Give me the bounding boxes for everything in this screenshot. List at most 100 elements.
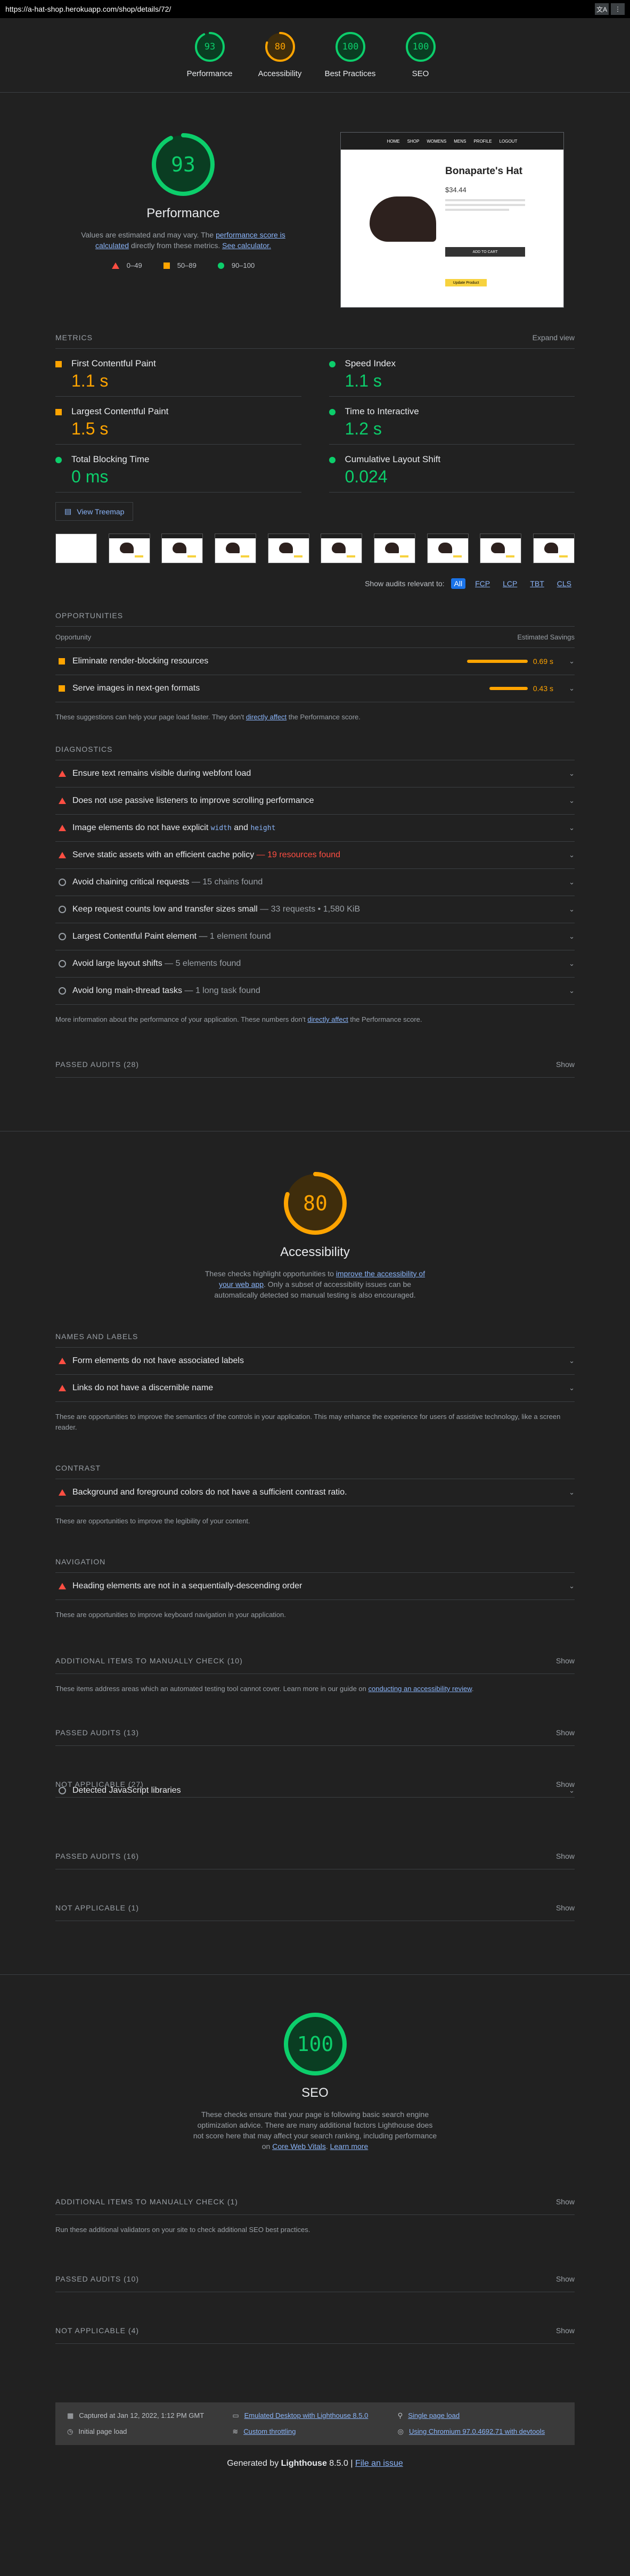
calendar-icon: ▦ (67, 2411, 74, 2419)
diagnostic-item[interactable]: Avoid large layout shifts — 5 elements f… (55, 950, 575, 978)
diagnostic-title: Avoid chaining critical requests — 15 ch… (72, 877, 263, 887)
metric-value: 0 ms (71, 467, 109, 486)
hat-image (370, 196, 436, 242)
page-url[interactable]: https://a-hat-shop.herokuapp.com/shop/de… (5, 5, 171, 13)
opportunity-item[interactable]: Eliminate render-blocking resources 0.69… (55, 648, 575, 675)
filmstrip-frame (480, 534, 522, 563)
gauge-label: Performance (186, 69, 233, 78)
fail-triangle-icon (59, 1489, 66, 1496)
filter-chip-lcp[interactable]: LCP (500, 578, 520, 589)
filter-chip-tbt[interactable]: TBT (527, 578, 547, 589)
opportunity-title: Eliminate render-blocking resources (72, 657, 209, 666)
timer-icon: ◷ (67, 2427, 73, 2435)
filmstrip-frame (214, 534, 256, 563)
a11y-passed-audits[interactable]: PASSED AUDITS (13) Show (55, 1720, 575, 1746)
diagnostic-title: Serve static assets with an efficient ca… (72, 850, 341, 859)
diagnostic-item[interactable]: Avoid long main-thread tasks — 1 long ta… (55, 978, 575, 1005)
diagnostic-item[interactable]: Image elements do not have explicit widt… (55, 815, 575, 842)
perf-passed-audits[interactable]: PASSED AUDITS (28) Show (55, 1052, 575, 1078)
chrome-icon: ◎ (397, 2427, 404, 2435)
a11y-audit-item[interactable]: Background and foreground colors do not … (55, 1479, 575, 1506)
summary-gauge-best-practices[interactable]: 100 Best Practices (321, 30, 380, 92)
kebab-icon[interactable]: ⋮ (611, 3, 625, 15)
gauge-ring: 80 (283, 1172, 347, 1235)
summary-gauges: 93 Performance 80 Accessibility 100 Best… (0, 18, 630, 93)
chevron-down-icon: ⌄ (569, 1582, 575, 1590)
section-divider (0, 1974, 630, 2006)
translate-icon[interactable]: 文A (595, 3, 609, 15)
summary-gauge-performance[interactable]: 93 Performance (181, 30, 239, 92)
gauge-score: 80 (303, 1192, 328, 1215)
a11y-audit-item[interactable]: Form elements do not have associated lab… (55, 1348, 575, 1375)
pass-circle-icon (329, 361, 336, 367)
filter-chip-all[interactable]: All (451, 578, 466, 589)
view-treemap-button[interactable]: ▤ View Treemap (55, 502, 134, 521)
metric-first-contentful-paint: First Contentful Paint 1.1 s (55, 349, 301, 397)
pass-circle-icon (217, 262, 224, 269)
a11y-group: NAMES AND LABELS Form elements do not ha… (55, 1332, 575, 1433)
opportunities-header: Opportunity Estimated Savings (55, 627, 575, 648)
diagnostic-title: Keep request counts low and transfer siz… (72, 905, 361, 914)
savings-value: 0.43 s (533, 684, 553, 693)
diagnostic-item[interactable]: Avoid chaining critical requests — 15 ch… (55, 869, 575, 896)
bp-passed-audits[interactable]: PASSED AUDITS (16) Show (55, 1843, 575, 1869)
chevron-down-icon: ⌄ (569, 1488, 575, 1496)
bp-not-applicable[interactable]: NOT APPLICABLE (1) Show (55, 1895, 575, 1921)
a11y-group: NAVIGATION Heading elements are not in a… (55, 1557, 575, 1620)
summary-gauge-seo[interactable]: 100 SEO (391, 30, 450, 92)
metric-value: 1.1 s (71, 371, 109, 390)
a11y-group: CONTRAST Background and foreground color… (55, 1464, 575, 1527)
person-icon: ⚲ (397, 2411, 403, 2419)
filmstrip-frame (427, 534, 469, 563)
a11y-audit-title: Links do not have a discernible name (72, 1383, 214, 1392)
fail-triangle-icon (59, 1385, 66, 1391)
pass-circle-icon (329, 457, 336, 463)
a11y-audit-item[interactable]: Links do not have a discernible name ⌄ (55, 1375, 575, 1402)
diagnostic-item[interactable]: Keep request counts low and transfer siz… (55, 896, 575, 923)
a11y-group-title: NAMES AND LABELS (55, 1332, 575, 1348)
screenshot-nav-item: PROFILE (473, 138, 492, 144)
seo-passed-audits[interactable]: PASSED AUDITS (10) Show (55, 2266, 575, 2292)
opportunity-item[interactable]: Serve images in next-gen formats 0.43 s … (55, 675, 575, 702)
info-circle-icon (59, 960, 66, 967)
gauge-ring: 93 (152, 133, 215, 196)
seo-title: SEO (301, 2086, 329, 2100)
a11y-manual-checks[interactable]: ADDITIONAL ITEMS TO MANUALLY CHECK (10) S… (55, 1648, 575, 1674)
diagnostic-item[interactable]: Largest Contentful Paint element — 1 ele… (55, 923, 575, 950)
file-issue-link[interactable]: File an issue (355, 2459, 403, 2468)
calculator-link[interactable]: See calculator. (222, 241, 271, 250)
a11y-audit-title: Heading elements are not in a sequential… (72, 1581, 302, 1590)
expand-view-toggle[interactable]: Expand view (533, 333, 575, 342)
fail-triangle-icon (59, 852, 66, 858)
chevron-down-icon: ⌄ (569, 878, 575, 886)
diagnostics-title: DIAGNOSTICS (55, 745, 575, 760)
gauge-score: 93 (204, 42, 215, 52)
screenshot-nav-item: LOGOUT (499, 138, 518, 144)
filter-chip-cls[interactable]: CLS (554, 578, 575, 589)
score-legend: 0–49 50–89 90–100 (111, 261, 255, 269)
fail-triangle-icon (59, 1358, 66, 1364)
seo-manual-note: Run these additional validators on your … (55, 2226, 310, 2234)
a11y-audit-item[interactable]: Heading elements are not in a sequential… (55, 1573, 575, 1600)
diagnostic-item[interactable]: Does not use passive listeners to improv… (55, 787, 575, 815)
a11y-not-applicable[interactable]: NOT APPLICABLE (27) Show (55, 1771, 575, 1798)
diagnostic-item[interactable]: Serve static assets with an efficient ca… (55, 842, 575, 869)
metric-time-to-interactive: Time to Interactive 1.2 s (329, 397, 575, 445)
seo-manual-checks[interactable]: ADDITIONAL ITEMS TO MANUALLY CHECK (1) Sh… (55, 2189, 575, 2215)
fail-triangle-icon (59, 798, 66, 804)
info-circle-icon (59, 906, 66, 913)
metric-value: 1.1 s (345, 371, 382, 390)
info-circle-icon (59, 879, 66, 886)
filmstrip-frame (55, 534, 97, 563)
gauge-label: Best Practices (324, 69, 376, 78)
average-square-icon (59, 685, 65, 692)
filter-chip-fcp[interactable]: FCP (472, 578, 493, 589)
average-square-icon (163, 262, 170, 269)
seo-not-applicable[interactable]: NOT APPLICABLE (4) Show (55, 2318, 575, 2344)
metric-value: 0.024 (345, 467, 388, 486)
screenshot-badge: Update Product (445, 279, 487, 286)
average-square-icon (59, 658, 65, 664)
diagnostic-item[interactable]: Ensure text remains visible during webfo… (55, 760, 575, 787)
summary-gauge-accessibility[interactable]: 80 Accessibility (251, 30, 309, 92)
final-screenshot[interactable]: HOME SHOP WOMENS MENS PROFILE LOGOUT Bonapart… (340, 132, 564, 308)
